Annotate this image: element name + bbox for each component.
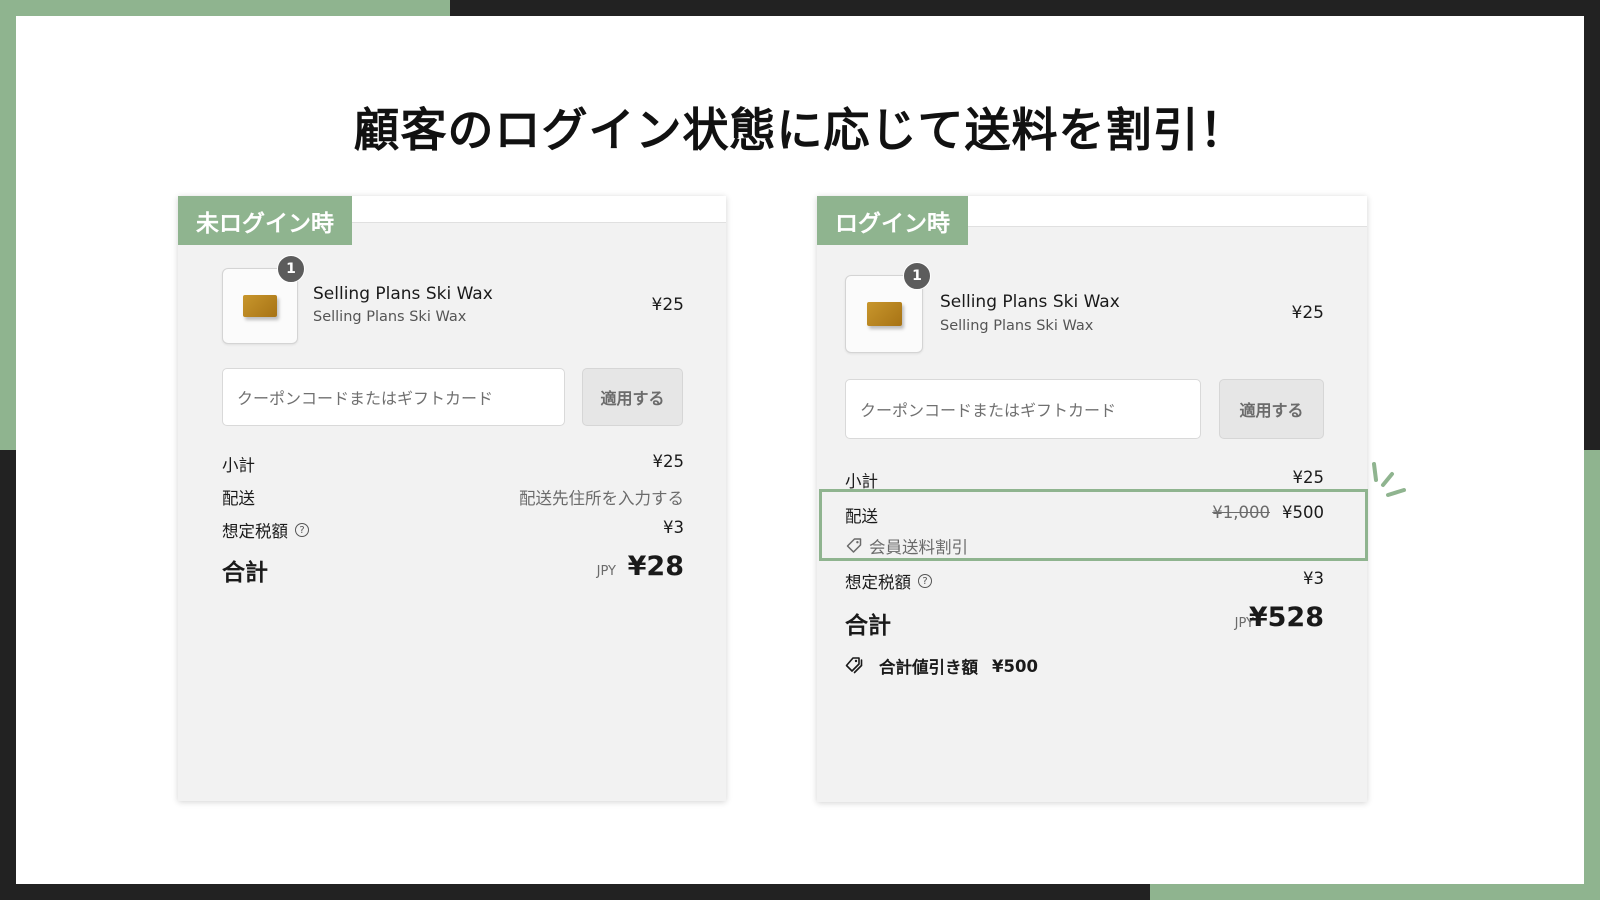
ski-wax-image [867, 302, 902, 326]
question-circle-icon[interactable]: ? [918, 574, 932, 588]
subtotal-label: 小計 [222, 456, 255, 475]
tag-icon [846, 538, 862, 553]
coupon-input[interactable]: クーポンコードまたはギフトカード [222, 368, 565, 426]
product-name: Selling Plans Ski Wax [313, 284, 493, 304]
total-value: ¥528 [1248, 602, 1324, 633]
product-name: Selling Plans Ski Wax [940, 292, 1120, 312]
apply-coupon-button[interactable]: 適用する [1219, 379, 1324, 439]
product-variant: Selling Plans Ski Wax [313, 309, 467, 325]
total-savings-line: 合計値引き額 ¥500 [845, 654, 1038, 678]
shipping-value: 配送先住所を入力する [519, 489, 684, 508]
quantity-badge: 1 [277, 255, 305, 283]
panel-tag-guest: 未ログイン時 [178, 196, 352, 245]
frame-accent-left [0, 0, 16, 450]
sparkle-accent [1372, 462, 1406, 497]
tax-label: 想定税額 [845, 573, 911, 592]
tax-row: 想定税額 ? [845, 569, 932, 593]
tax-value: ¥3 [1303, 569, 1324, 588]
product-price: ¥25 [651, 295, 684, 315]
currency-code: JPY [596, 564, 616, 579]
savings-label: 合計値引き額 [879, 658, 978, 677]
shipping-discount-line: 会員送料割引 [845, 534, 968, 558]
tax-value: ¥3 [663, 518, 684, 537]
guest-checkout-panel: 未ログイン時 1 Selling Plans Ski Wax Selling P… [178, 196, 726, 801]
frame-accent-bottom [1150, 884, 1600, 900]
tax-label: 想定税額 [222, 522, 288, 541]
product-price: ¥25 [1291, 303, 1324, 323]
tax-row: 想定税額 ? [222, 518, 309, 542]
ski-wax-image [243, 295, 277, 317]
panel-tag-member: ログイン時 [817, 196, 968, 245]
total-label: 合計 [222, 560, 268, 586]
coupon-input[interactable]: クーポンコードまたはギフトカード [845, 379, 1201, 439]
apply-coupon-button[interactable]: 適用する [582, 368, 683, 426]
savings-value: ¥500 [992, 656, 1038, 676]
shipping-discounted-price: ¥500 [1282, 503, 1324, 522]
subtotal-value: ¥25 [652, 452, 685, 471]
shipping-label: 配送 [845, 507, 878, 526]
frame-accent-top [0, 0, 450, 16]
shipping-price: ¥1,000 ¥500 [1212, 503, 1324, 522]
discount-name: 会員送料割引 [869, 538, 968, 557]
quantity-badge: 1 [903, 262, 931, 290]
subtotal-value: ¥25 [1292, 468, 1325, 487]
total-label: 合計 [845, 613, 891, 639]
total-value: ¥28 [627, 551, 684, 582]
question-circle-icon[interactable]: ? [295, 523, 309, 537]
product-variant: Selling Plans Ski Wax [940, 318, 1094, 334]
tags-icon [845, 657, 863, 674]
shipping-label: 配送 [222, 489, 255, 508]
slide: 顧客のログイン状態に応じて送料を割引！ 未ログイン時 1 Selling Pla… [16, 16, 1584, 884]
frame-accent-right [1584, 450, 1600, 900]
slide-headline: 顧客のログイン状態に応じて送料を割引！ [353, 103, 1247, 157]
shipping-original-price: ¥1,000 [1212, 503, 1270, 522]
member-checkout-panel: ログイン時 1 Selling Plans Ski Wax Selling Pl… [817, 196, 1368, 802]
